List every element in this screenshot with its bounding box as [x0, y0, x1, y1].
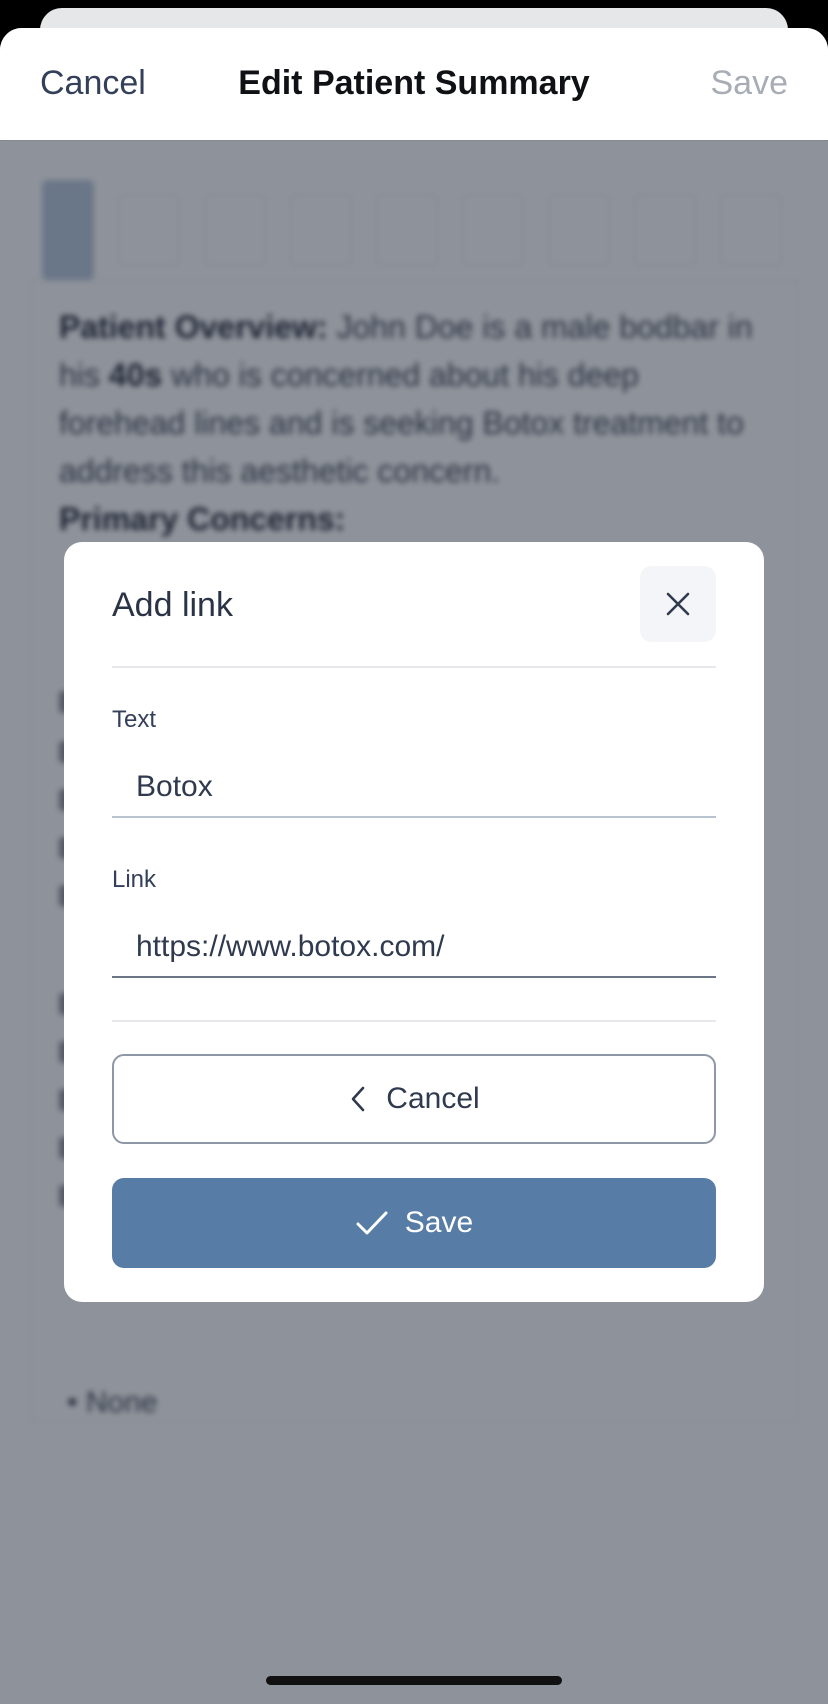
dialog-title: Add link: [112, 586, 233, 624]
divider: [112, 666, 716, 668]
divider: [112, 1020, 716, 1022]
dialog-cancel-label: Cancel: [386, 1082, 480, 1115]
text-input[interactable]: Botox: [112, 756, 716, 818]
home-indicator: [266, 1676, 562, 1685]
navigation-bar: Cancel Edit Patient Summary Save: [0, 28, 828, 141]
dialog-save-button[interactable]: Save: [112, 1178, 716, 1268]
dialog-save-label: Save: [404, 1206, 474, 1239]
checkmark-icon: [356, 1211, 388, 1235]
chevron-left-icon: [351, 1086, 365, 1112]
dialog-cancel-button[interactable]: Cancel: [112, 1054, 716, 1144]
add-link-dialog: Add link Text Botox Link https://www.bot…: [64, 542, 764, 1302]
close-icon: [666, 592, 690, 616]
nav-save-button[interactable]: Save: [711, 64, 789, 103]
link-input[interactable]: https://www.botox.com/: [112, 916, 716, 978]
link-field-label: Link: [112, 866, 157, 893]
text-field-label: Text: [112, 706, 157, 733]
close-button[interactable]: [640, 566, 716, 642]
page-title: Edit Patient Summary: [238, 64, 590, 102]
